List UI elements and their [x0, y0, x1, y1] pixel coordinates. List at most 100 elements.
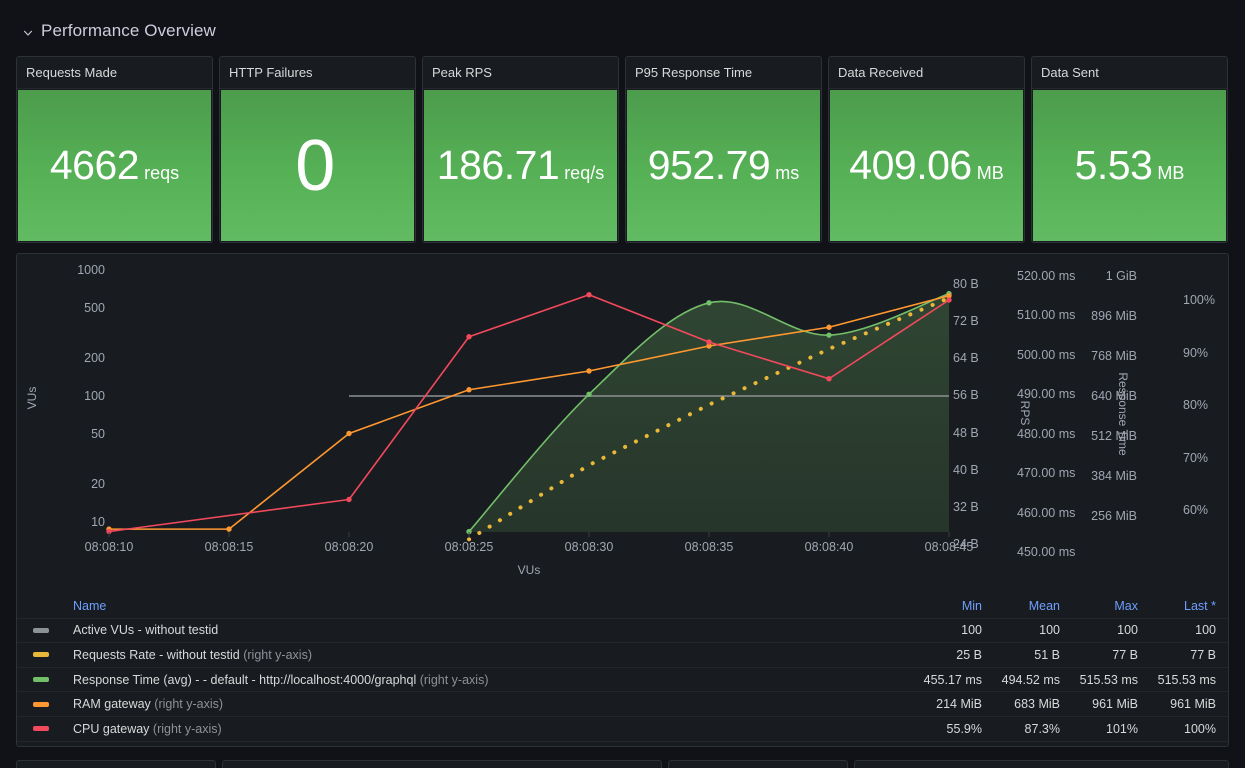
y-axis-tick-percent: 90% — [1183, 345, 1209, 360]
row-title: Performance Overview — [41, 21, 216, 40]
y-axis-tick-rps: 40 B — [953, 462, 979, 477]
stat-value: 409.06 — [849, 142, 972, 188]
legend-column-min[interactable]: Min — [918, 599, 996, 613]
series-point[interactable] — [346, 496, 352, 503]
series-point[interactable] — [586, 391, 592, 397]
legend-series-name[interactable]: RAM gateway (right y-axis) — [73, 697, 918, 711]
y-axis-title-response-time: Response Time — [1116, 372, 1130, 456]
legend-swatch-cell — [33, 677, 73, 683]
chevron-down-icon[interactable] — [22, 27, 34, 39]
plot-area[interactable]: 1000 500 200 100 50 20 10 80 B 72 B 64 B 56 B 48 B 4… — [17, 254, 1228, 602]
series-point[interactable] — [586, 368, 592, 374]
stat-value-group: 5.53 MB — [1075, 145, 1185, 186]
y-axis-tick-memory: 768 MiB — [1091, 348, 1137, 363]
legend-column-last[interactable]: Last * — [1152, 599, 1228, 613]
series-point[interactable] — [226, 526, 232, 532]
stat-value: 186.71 — [436, 142, 560, 188]
legend-row[interactable]: CPU gateway (right y-axis) 55.9% 87.3% 101%… — [17, 717, 1228, 742]
stat-panel-p95-response-time[interactable]: P95 Response Time 952.79 ms — [625, 56, 822, 243]
y-axis-tick-memory: 256 MiB — [1091, 508, 1137, 523]
legend-value-min: 100 — [961, 623, 982, 638]
legend-series-name[interactable]: CPU gateway (right y-axis) — [73, 722, 918, 736]
legend-axis-note: (right y-axis) — [150, 697, 224, 712]
stat-panel-peak-rps[interactable]: Peak RPS 186.71 req/s — [422, 56, 619, 243]
x-axis-tick-time: 08:08:15 — [204, 539, 254, 554]
y-axis-tick-vus: 10 — [91, 514, 105, 529]
legend-value-max: 100 — [1117, 623, 1138, 638]
next-panel-1[interactable] — [16, 760, 216, 768]
y-axis-tick-percent: 60% — [1183, 502, 1209, 517]
stat-panel-body: 186.71 req/s — [424, 90, 617, 241]
stat-panel-title: P95 Response Time — [626, 57, 821, 89]
y-axis-tick-memory: 640 MiB — [1091, 388, 1137, 403]
legend-column-name[interactable]: Name — [73, 599, 918, 613]
timeseries-panel[interactable]: 1000 500 200 100 50 20 10 80 B 72 B 64 B 56 B 48 B 4… — [16, 253, 1229, 747]
series-color-swatch-icon[interactable] — [33, 726, 49, 732]
series-color-swatch-icon[interactable] — [33, 652, 49, 658]
stat-panel-http-failures[interactable]: HTTP Failures 0 — [219, 56, 416, 243]
legend-row[interactable]: Response Time (avg) - - default - http:/… — [17, 668, 1228, 693]
stat-panel-data-received[interactable]: Data Received 409.06 MB — [828, 56, 1025, 243]
legend-axis-note: (right y-axis) — [239, 647, 312, 662]
series-point[interactable] — [946, 297, 952, 303]
series-point[interactable] — [826, 324, 832, 330]
stat-panel-title: Peak RPS — [423, 57, 618, 89]
stat-panel-row: Requests Made 4662 reqs HTTP Failures 0 … — [16, 56, 1228, 243]
y-axis-tick-rps: 32 B — [953, 499, 979, 514]
series-point[interactable] — [706, 339, 712, 345]
legend-value-last: 515.53 ms — [1157, 672, 1216, 687]
stat-panel-requests-made[interactable]: Requests Made 4662 reqs — [16, 56, 213, 243]
y-axis-tick-memory: 384 MiB — [1091, 468, 1137, 483]
y-axis-tick-response-time: 490.00 ms — [1017, 387, 1076, 402]
legend-row[interactable]: RAM gateway (right y-axis) 214 MiB 683 MiB… — [17, 692, 1228, 717]
legend-series-name[interactable]: Response Time (avg) - - default - http:/… — [73, 673, 918, 687]
y-axis-tick-rps: 48 B — [953, 425, 979, 440]
legend-rows: Active VUs - without testid 100 100 100 100 R… — [17, 619, 1228, 742]
legend-series-name[interactable]: Active VUs - without testid — [73, 623, 918, 637]
legend-column-mean[interactable]: Mean — [996, 599, 1074, 613]
stat-unit: MB — [1157, 163, 1185, 183]
y-axis-tick-response-time: 450.00 ms — [1017, 544, 1076, 559]
row-header-performance-overview[interactable]: Performance Overview — [22, 18, 216, 44]
series-color-swatch-icon[interactable] — [33, 701, 49, 707]
legend-series-name[interactable]: Requests Rate - without testid (right y-… — [73, 648, 918, 662]
stat-panel-title: Requests Made — [17, 57, 212, 89]
legend-value-max: 515.53 ms — [1079, 672, 1138, 687]
legend-value-last: 100% — [1184, 721, 1216, 736]
stat-value-group: 0 — [295, 130, 340, 202]
stat-panel-data-sent[interactable]: Data Sent 5.53 MB — [1031, 56, 1228, 243]
y-axis-title-rps: RPS — [1018, 400, 1032, 426]
series-color-swatch-icon[interactable] — [33, 627, 49, 633]
legend-value-max: 77 B — [1112, 647, 1138, 662]
next-panel-4[interactable] — [854, 760, 1229, 768]
legend-value-mean: 100 — [1039, 623, 1060, 638]
legend-column-max[interactable]: Max — [1074, 599, 1152, 613]
y-axis-tick-rps: 56 B — [953, 388, 979, 403]
y-axis-tick-rps: 80 B — [953, 276, 979, 291]
next-panel-2[interactable] — [222, 760, 662, 768]
y-axis-tick-response-time: 500.00 ms — [1017, 347, 1076, 362]
legend-swatch-cell — [33, 627, 73, 633]
stat-value: 0 — [295, 125, 335, 206]
series-point[interactable] — [706, 300, 712, 306]
series-color-swatch-icon[interactable] — [33, 677, 49, 683]
y-axis-tick-memory: 512 MiB — [1091, 428, 1137, 443]
legend-swatch-cell — [33, 652, 73, 658]
legend-swatch-cell — [33, 726, 73, 732]
y-axis-tick-vus: 100 — [84, 388, 105, 403]
legend-row[interactable]: Active VUs - without testid 100 100 100 100 — [17, 619, 1228, 644]
x-axis-tick-time: 08:08:35 — [684, 539, 734, 554]
series-point[interactable] — [346, 430, 352, 437]
series-point[interactable] — [586, 292, 592, 298]
y-axis-tick-percent: 100% — [1183, 292, 1215, 307]
series-point[interactable] — [826, 332, 832, 338]
series-point[interactable] — [466, 334, 472, 340]
series-point[interactable] — [826, 376, 832, 382]
legend-axis-note: (right y-axis) — [149, 721, 222, 736]
legend-row[interactable]: Requests Rate - without testid (right y-… — [17, 643, 1228, 668]
next-panel-3[interactable] — [668, 760, 848, 768]
x-axis-tick-time: 08:08:20 — [324, 539, 374, 554]
x-axis-tick-time: 08:08:30 — [564, 539, 614, 554]
series-point[interactable] — [466, 387, 472, 393]
stat-unit: req/s — [564, 163, 605, 183]
